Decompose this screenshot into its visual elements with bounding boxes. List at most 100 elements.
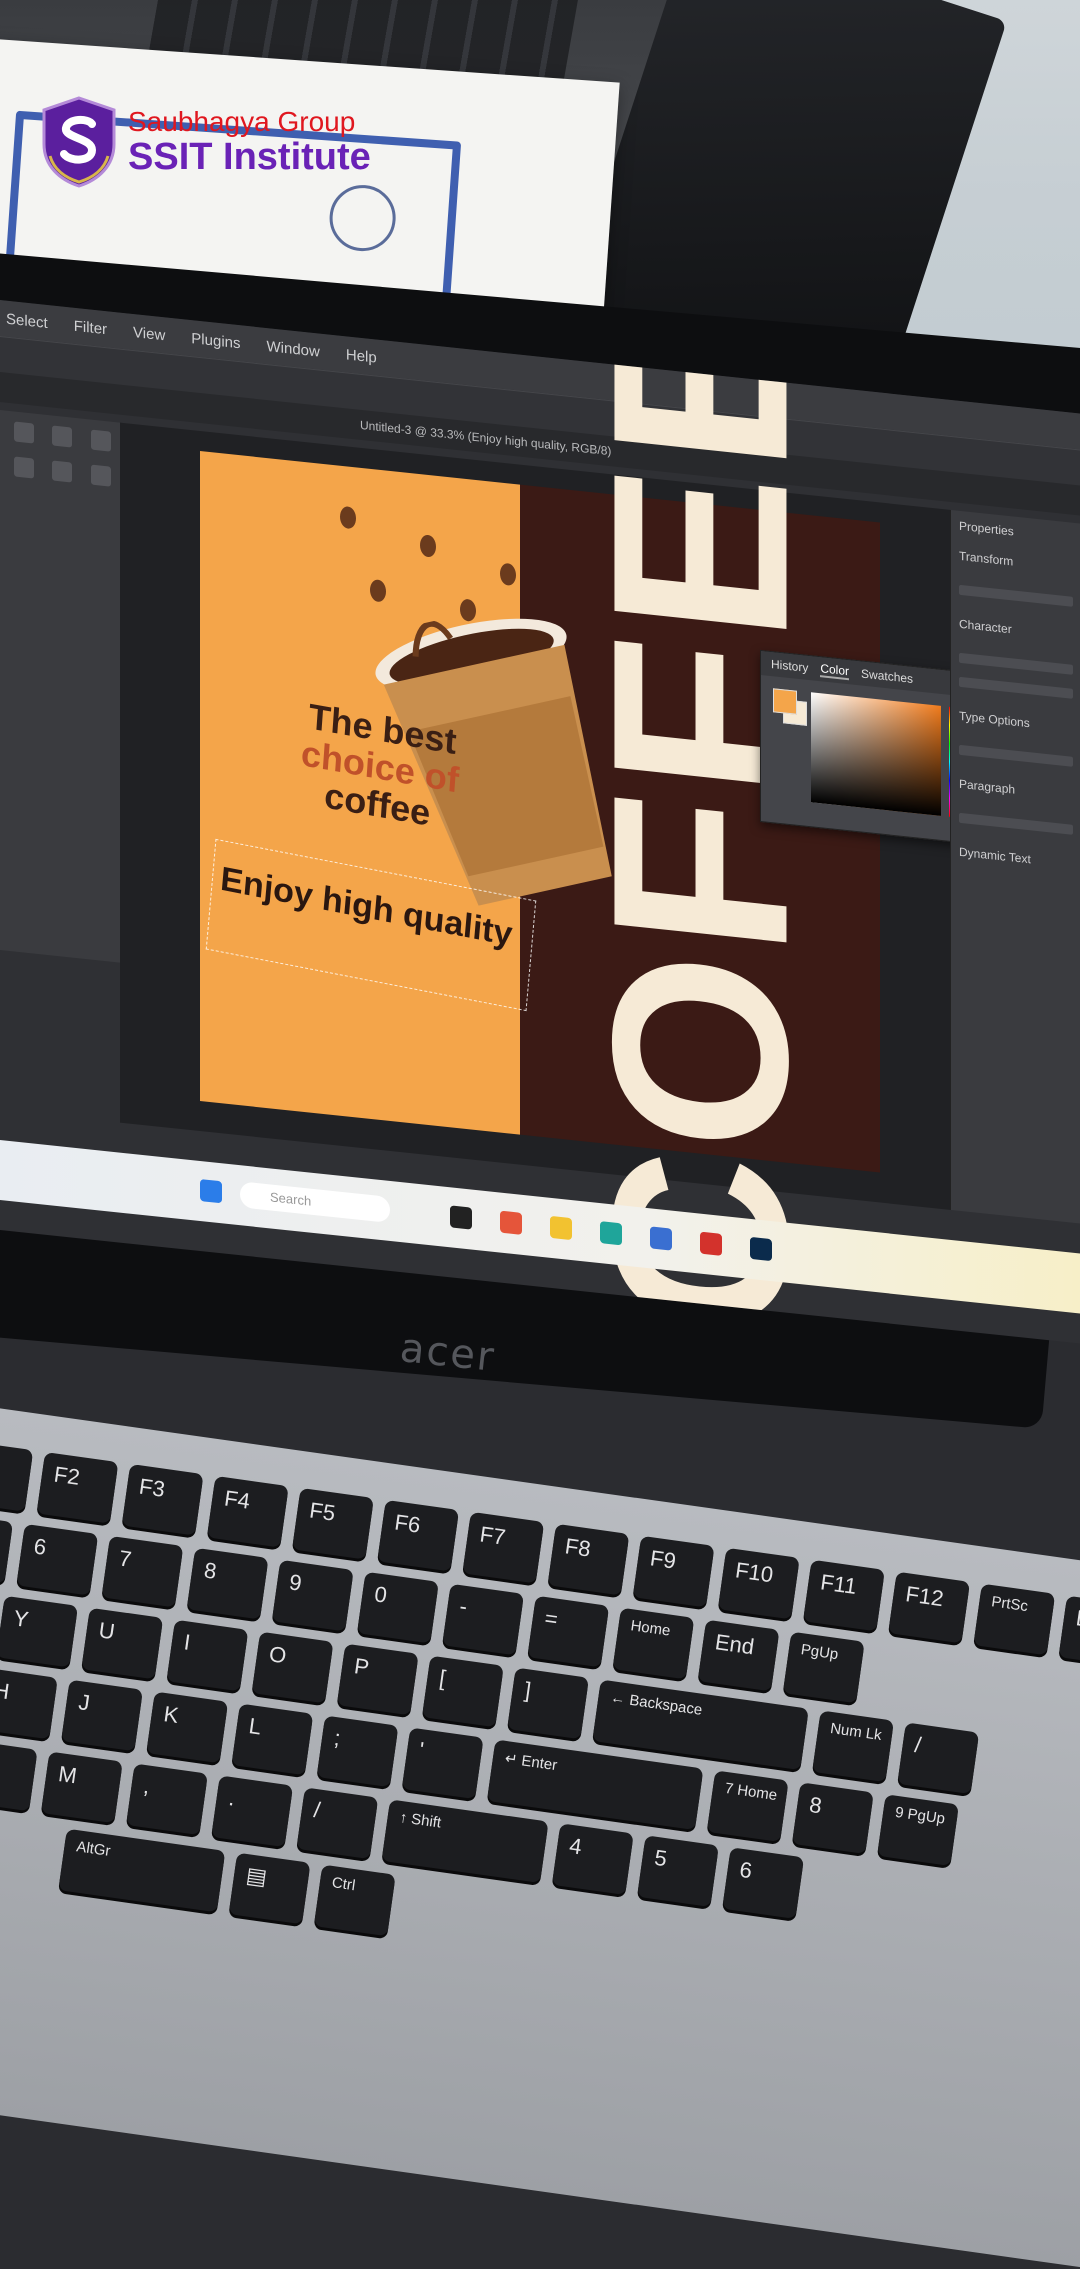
key-9[interactable]: 9	[271, 1559, 354, 1632]
menu-plugins[interactable]: Plugins	[191, 330, 240, 352]
key-f5[interactable]: F5	[292, 1487, 374, 1560]
menu-filter[interactable]: Filter	[74, 317, 107, 338]
menu-select[interactable]: Select	[6, 310, 48, 331]
key-u[interactable]: U	[81, 1607, 164, 1680]
canvas-area[interactable]: COFFEE The best choice of coffee Enjoy h…	[120, 300, 982, 1344]
color-panel: History Color Swatches	[760, 649, 982, 846]
start-icon[interactable]	[200, 1179, 222, 1204]
key-5[interactable]: 5	[637, 1835, 719, 1907]
key-j[interactable]: J	[61, 1679, 144, 1752]
dynamic-text-option[interactable]: Dynamic Text	[951, 836, 1080, 880]
key-5[interactable]: 5	[0, 1511, 14, 1584]
key-pgup[interactable]: PgUp	[782, 1631, 865, 1704]
key-o[interactable]: O	[251, 1631, 334, 1704]
key-f11[interactable]: F11	[803, 1559, 885, 1632]
logo-institute-name: SSIT Institute	[128, 136, 371, 178]
app-icon[interactable]	[500, 1210, 522, 1235]
key-del[interactable]: Del	[1058, 1595, 1080, 1668]
laptop-screen: Select Filter View Plugins Window Help U…	[0, 300, 1080, 1344]
key-[interactable]: [	[421, 1655, 504, 1728]
key-[interactable]: /	[296, 1787, 379, 1860]
panel-row[interactable]	[959, 812, 1073, 835]
key-[interactable]: ;	[316, 1715, 399, 1788]
key-f8[interactable]: F8	[547, 1523, 630, 1596]
menu-window[interactable]: Window	[267, 338, 320, 361]
key-ctrl[interactable]: Ctrl	[313, 1864, 396, 1937]
key-f3[interactable]: F3	[121, 1463, 204, 1536]
tools-panel	[0, 410, 121, 963]
foreground-color-swatch[interactable]	[773, 688, 797, 715]
key-shift[interactable]: ↑ Shift	[381, 1799, 549, 1884]
key-[interactable]: .	[211, 1775, 294, 1848]
key-f10[interactable]: F10	[717, 1547, 800, 1620]
section-character[interactable]: Character	[951, 608, 1080, 652]
key-[interactable]: -	[442, 1583, 525, 1656]
key-f1[interactable]: F1	[0, 1440, 34, 1512]
key-0[interactable]: 0	[356, 1571, 439, 1644]
panel-row[interactable]	[959, 584, 1073, 607]
key-7[interactable]: 7	[101, 1535, 184, 1608]
key-i[interactable]: I	[166, 1619, 249, 1692]
institute-logo: Saubhagya Group SSIT Institute	[40, 96, 371, 188]
key-f6[interactable]: F6	[377, 1499, 460, 1572]
key-9-pgup[interactable]: 9 PgUp	[877, 1794, 959, 1866]
section-paragraph[interactable]: Paragraph	[951, 768, 1080, 812]
key-6[interactable]: 6	[722, 1847, 805, 1919]
edge-icon[interactable]	[600, 1221, 622, 1246]
key-f9[interactable]: F9	[632, 1535, 715, 1608]
photoshop-icon[interactable]	[750, 1236, 772, 1262]
key-[interactable]: ▤	[228, 1852, 311, 1925]
key-[interactable]: =	[527, 1595, 610, 1668]
key-n[interactable]: N	[0, 1739, 38, 1812]
key-7-home[interactable]: 7 Home	[706, 1770, 789, 1843]
key-k[interactable]: K	[146, 1691, 229, 1764]
key-8[interactable]: 8	[186, 1547, 269, 1620]
move-tool-icon[interactable]	[14, 421, 34, 444]
key-f2[interactable]: F2	[36, 1451, 119, 1524]
key-home[interactable]: Home	[612, 1607, 695, 1680]
color-picker-field[interactable]	[811, 692, 941, 816]
menu-view[interactable]: View	[133, 323, 165, 343]
key-end[interactable]: End	[697, 1619, 780, 1692]
crop-tool-icon[interactable]	[14, 456, 34, 479]
folder-icon[interactable]	[550, 1215, 572, 1241]
tab-history[interactable]: History	[771, 657, 808, 675]
taskbar-search[interactable]: Search	[240, 1181, 390, 1223]
key-4[interactable]: 4	[551, 1823, 634, 1895]
key-[interactable]: ,	[126, 1763, 208, 1836]
app-icon[interactable]	[450, 1205, 472, 1230]
key-altgr[interactable]: AltGr	[58, 1828, 226, 1913]
key-num-lk[interactable]: Num Lk	[812, 1710, 895, 1783]
section-type-options[interactable]: Type Options	[951, 700, 1080, 744]
panel-row[interactable]	[959, 652, 1073, 675]
tab-swatches[interactable]: Swatches	[861, 666, 913, 685]
logo-group-name: Saubhagya Group	[128, 106, 356, 137]
app-icon[interactable]	[700, 1231, 722, 1256]
key-[interactable]: '	[401, 1727, 484, 1800]
key-m[interactable]: M	[40, 1751, 123, 1824]
key-l[interactable]: L	[231, 1703, 314, 1776]
key-h[interactable]: H	[0, 1667, 58, 1740]
store-icon[interactable]	[650, 1226, 672, 1251]
shield-logo-icon	[42, 96, 116, 188]
key-y[interactable]: Y	[0, 1595, 79, 1668]
key-8[interactable]: 8	[791, 1782, 874, 1855]
key-p[interactable]: P	[336, 1643, 419, 1716]
key-[interactable]: ]	[507, 1667, 590, 1740]
key-f4[interactable]: F4	[206, 1475, 289, 1548]
panel-row[interactable]	[959, 676, 1073, 699]
key-prtsc[interactable]: PrtSc	[973, 1583, 1056, 1656]
key-f12[interactable]: F12	[888, 1571, 971, 1644]
brush-tool-icon[interactable]	[52, 460, 73, 483]
select-tool-icon[interactable]	[52, 425, 73, 448]
panel-row[interactable]	[959, 744, 1073, 767]
key-[interactable]: /	[897, 1722, 980, 1795]
lasso-tool-icon[interactable]	[90, 429, 111, 452]
key-backspace[interactable]: ← Backspace	[592, 1679, 809, 1771]
type-tool-icon[interactable]	[90, 464, 111, 487]
tab-color[interactable]: Color	[820, 661, 850, 681]
key-f7[interactable]: F7	[462, 1511, 545, 1584]
key-6[interactable]: 6	[16, 1523, 99, 1596]
menu-help[interactable]: Help	[346, 346, 377, 366]
key-enter[interactable]: ↵ Enter	[486, 1739, 704, 1831]
